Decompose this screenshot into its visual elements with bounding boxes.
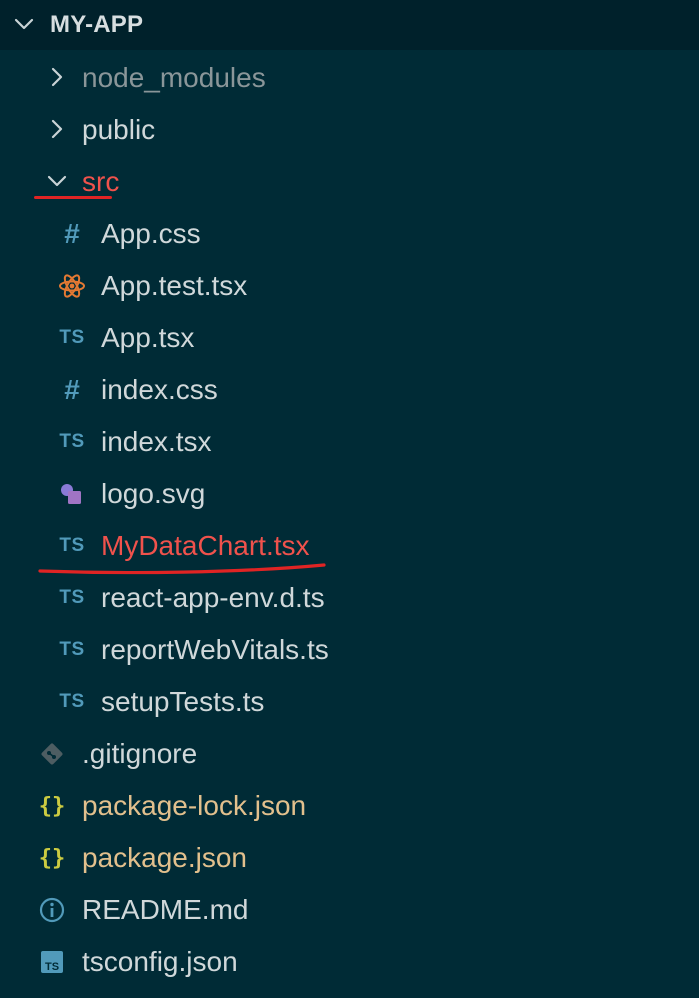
file-label: react-app-env.d.ts	[101, 582, 325, 613]
css-hash-icon: #	[64, 374, 80, 405]
explorer-header[interactable]: MY-APP	[0, 0, 699, 50]
folder-src[interactable]: src	[0, 156, 699, 208]
svg-icon	[56, 478, 88, 510]
folder-label: public	[82, 114, 156, 145]
ts-icon: TS	[59, 691, 85, 712]
ts-icon: TS	[59, 431, 85, 452]
file-react-app-env-d-ts[interactable]: TS react-app-env.d.ts	[0, 572, 699, 624]
ts-icon: TS	[59, 639, 85, 660]
file-index-tsx[interactable]: TS index.tsx	[0, 416, 699, 468]
folder-public[interactable]: public	[0, 104, 699, 156]
file-setuptests-ts[interactable]: TS setupTests.ts	[0, 676, 699, 728]
file-app-test-tsx[interactable]: App.test.tsx	[0, 260, 699, 312]
file-label: package.json	[82, 842, 248, 873]
file-label: .gitignore	[82, 738, 198, 769]
json-braces-icon: {}	[38, 793, 66, 819]
file-label: index.css	[101, 374, 218, 405]
file-label: App.tsx	[101, 322, 195, 353]
ts-icon: TS	[59, 587, 85, 608]
file-label: package-lock.json	[82, 790, 307, 821]
chevron-right-icon[interactable]	[44, 116, 70, 142]
file-index-css[interactable]: # index.css	[0, 364, 699, 416]
svg-text:TS: TS	[45, 961, 59, 973]
chevron-down-icon[interactable]	[44, 168, 70, 194]
chevron-down-icon[interactable]	[10, 10, 38, 38]
file-label: App.test.tsx	[101, 270, 248, 301]
project-title: MY-APP	[50, 11, 144, 38]
folder-label: src	[82, 166, 120, 197]
git-icon	[36, 738, 68, 770]
file-label: setupTests.ts	[101, 686, 265, 717]
file-app-css[interactable]: # App.css	[0, 208, 699, 260]
file-label: index.tsx	[101, 426, 212, 457]
ts-icon: TS	[59, 535, 85, 556]
css-hash-icon: #	[64, 218, 80, 249]
file-explorer: MY-APP node_modules public src # App.css	[0, 0, 699, 998]
file-package-json[interactable]: {} package.json	[0, 832, 699, 884]
tsconfig-icon: TS	[36, 946, 68, 978]
file-gitignore[interactable]: .gitignore	[0, 728, 699, 780]
file-logo-svg[interactable]: logo.svg	[0, 468, 699, 520]
file-tsconfig-json[interactable]: TS tsconfig.json	[0, 936, 699, 988]
json-braces-icon: {}	[38, 845, 66, 871]
file-app-tsx[interactable]: TS App.tsx	[0, 312, 699, 364]
folder-label: node_modules	[82, 62, 266, 93]
file-label: App.css	[101, 218, 201, 249]
file-label: reportWebVitals.ts	[101, 634, 329, 665]
react-test-icon	[56, 270, 88, 302]
red-underline-annotation	[34, 196, 112, 199]
info-icon	[36, 894, 68, 926]
file-label: README.md	[82, 894, 249, 925]
chevron-right-icon[interactable]	[44, 64, 70, 90]
file-readme-md[interactable]: README.md	[0, 884, 699, 936]
file-label: logo.svg	[101, 478, 206, 509]
ts-icon: TS	[59, 327, 85, 348]
file-label: MyDataChart.tsx	[101, 530, 310, 561]
file-package-lock-json[interactable]: {} package-lock.json	[0, 780, 699, 832]
folder-node-modules[interactable]: node_modules	[0, 52, 699, 104]
file-reportwebvitals-ts[interactable]: TS reportWebVitals.ts	[0, 624, 699, 676]
file-label: tsconfig.json	[82, 946, 238, 977]
